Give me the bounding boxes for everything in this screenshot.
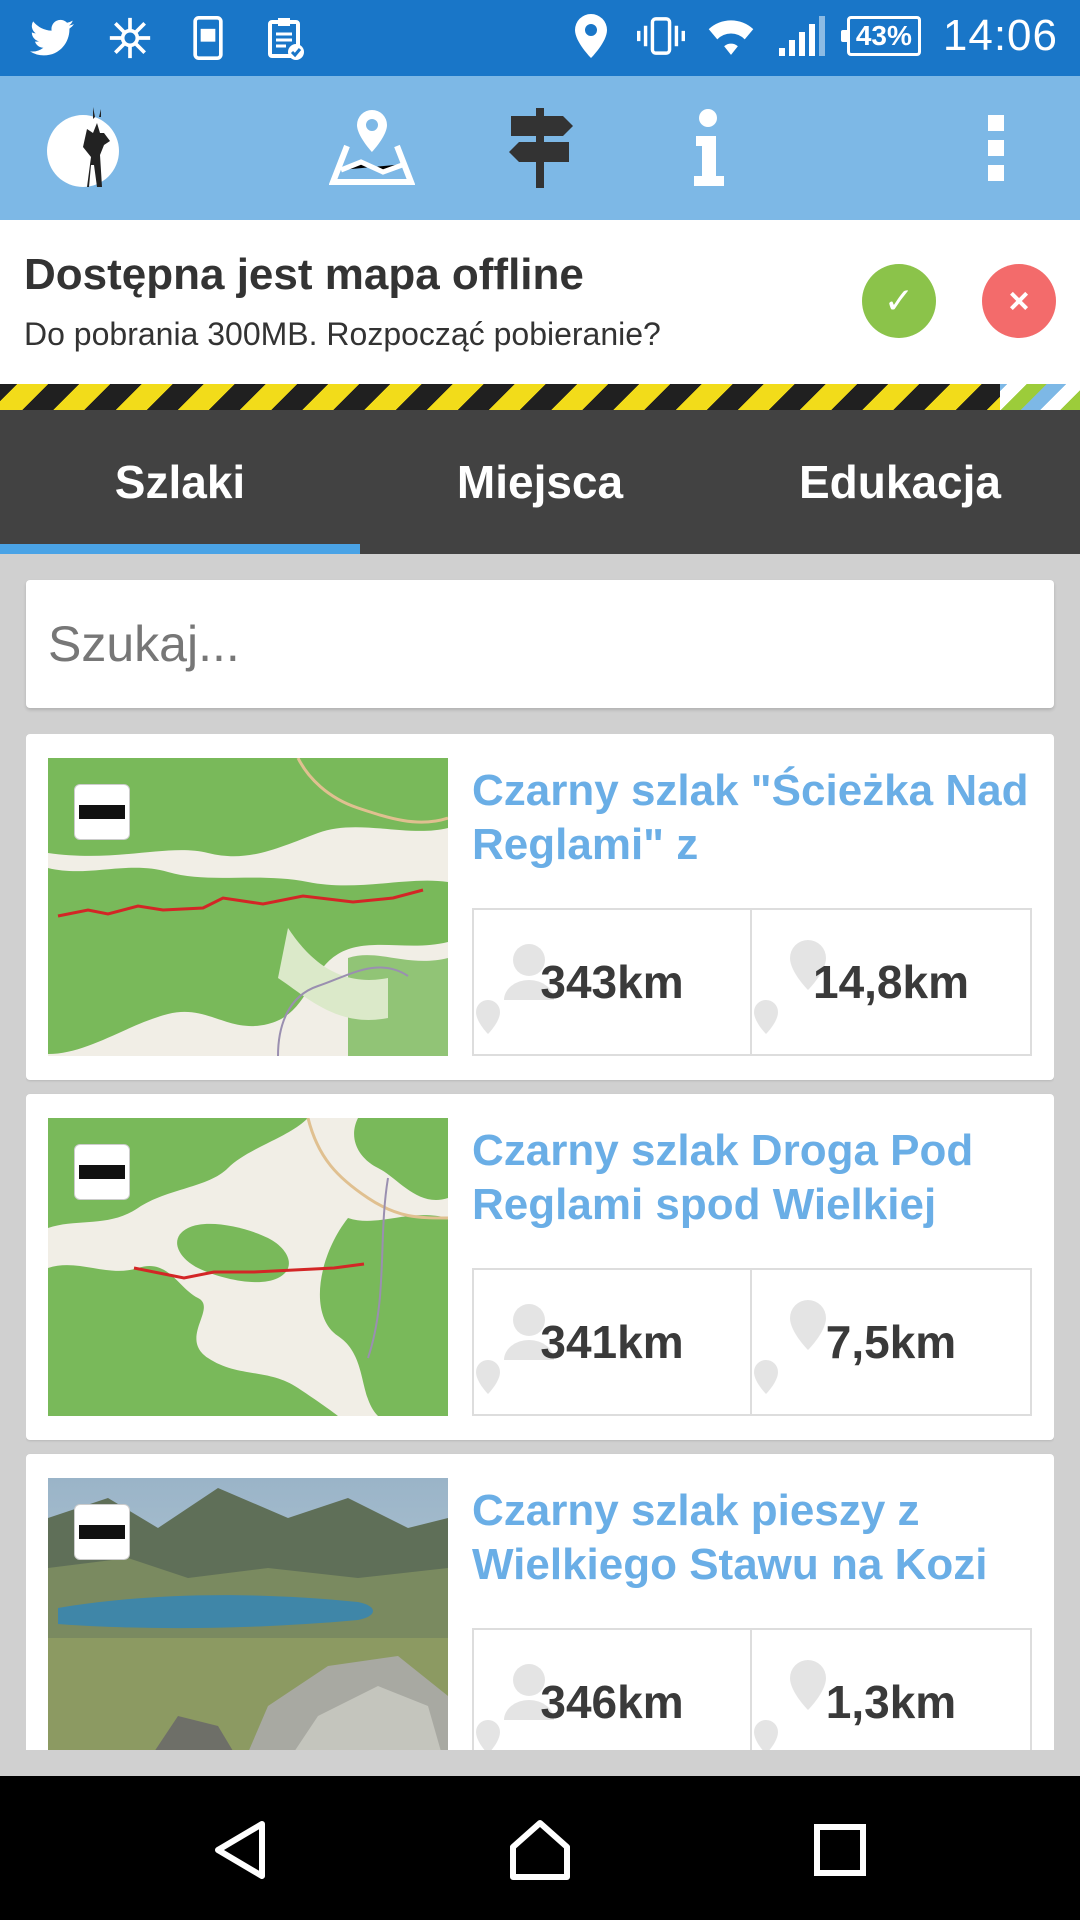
- route-length-icon: [754, 1300, 826, 1394]
- map-icon[interactable]: [322, 98, 422, 198]
- signpost-icon[interactable]: [490, 98, 590, 198]
- trail-length-stat: 1,3km: [752, 1628, 1032, 1750]
- black-trail-marker-icon: [74, 1504, 130, 1560]
- back-icon[interactable]: [190, 1800, 290, 1900]
- trail-card[interactable]: Czarny szlak Droga Pod Reglami spod Wiel…: [26, 1094, 1054, 1440]
- accept-download-button[interactable]: ✓: [862, 264, 936, 338]
- distance-from-user-stat: 341km: [472, 1268, 752, 1416]
- distance-from-user-stat: 346km: [472, 1628, 752, 1750]
- location-icon: [567, 10, 615, 62]
- app-logo-chamois-icon[interactable]: [36, 98, 136, 198]
- tab-edukacja[interactable]: Edukacja: [720, 410, 1080, 554]
- status-bar: 43% 14:06: [0, 0, 1080, 76]
- trail-title: Czarny szlak pieszy z Wielkiego Stawu na…: [472, 1486, 988, 1589]
- offline-map-banner: Dostępna jest mapa offline Do pobrania 3…: [0, 220, 1080, 384]
- decline-download-button[interactable]: ×: [982, 264, 1056, 338]
- system-navigation-bar: [0, 1776, 1080, 1920]
- vibrate-icon: [636, 10, 685, 62]
- battery-indicator: 43%: [840, 16, 921, 56]
- trail-photo-thumbnail: [48, 1478, 448, 1750]
- distance-from-user-value: 341km: [540, 1316, 684, 1368]
- trail-title: Czarny szlak Droga Pod Reglami spod Wiel…: [472, 1126, 974, 1229]
- search-input[interactable]: [26, 580, 1054, 708]
- trail-length-stat: 14,8km: [752, 908, 1032, 1056]
- signal-icon: [777, 10, 825, 62]
- phone-card-icon: [184, 12, 232, 64]
- tab-bar: Szlaki Miejsca Edukacja: [0, 410, 1080, 554]
- trail-list[interactable]: Czarny szlak "Ścieżka Nad Reglami" z 343…: [26, 734, 1054, 1750]
- trail-length-stat: 7,5km: [752, 1268, 1032, 1416]
- trail-stats: 341km 7,5km: [472, 1268, 1032, 1416]
- info-icon[interactable]: [658, 98, 758, 198]
- twitter-icon: [28, 12, 76, 64]
- overflow-menu-icon[interactable]: [946, 98, 1046, 198]
- hazard-stripe-divider: [0, 384, 1080, 410]
- trail-card[interactable]: Czarny szlak pieszy z Wielkiego Stawu na…: [26, 1454, 1054, 1750]
- tab-miejsca[interactable]: Miejsca: [360, 410, 720, 554]
- check-icon: ✓: [883, 280, 915, 321]
- black-trail-marker-icon: [74, 1144, 130, 1200]
- trail-map-thumbnail: [48, 758, 448, 1056]
- banner-subtitle: Do pobrania 300MB. Rozpocząć pobieranie?: [24, 316, 661, 352]
- distance-from-user-stat: 343km: [472, 908, 752, 1056]
- app-bar: [0, 76, 1080, 220]
- sparkle-icon: [106, 12, 154, 64]
- recent-apps-icon[interactable]: [790, 1800, 890, 1900]
- black-trail-marker-icon: [74, 784, 130, 840]
- distance-from-user-value: 343km: [540, 956, 684, 1008]
- clock: 14:06: [942, 11, 1058, 60]
- route-length-icon: [754, 1660, 826, 1750]
- trail-card[interactable]: Czarny szlak "Ścieżka Nad Reglami" z 343…: [26, 734, 1054, 1080]
- trail-title: Czarny szlak "Ścieżka Nad Reglami" z: [472, 766, 1029, 869]
- clipboard-check-icon: [262, 12, 310, 64]
- banner-title: Dostępna jest mapa offline: [24, 250, 584, 299]
- trail-length-value: 1,3km: [825, 1676, 957, 1728]
- stripe-divider-end: [1000, 384, 1080, 410]
- wifi-icon: [707, 10, 755, 62]
- trail-length-value: 14,8km: [812, 956, 969, 1008]
- trail-length-value: 7,5km: [825, 1316, 957, 1368]
- search-box: [26, 580, 1054, 708]
- distance-from-user-value: 346km: [540, 1676, 684, 1728]
- tab-szlaki[interactable]: Szlaki: [0, 410, 360, 554]
- trail-stats: 343km 14,8km: [472, 908, 1032, 1056]
- trail-map-thumbnail: [48, 1118, 448, 1416]
- notification-icons: [28, 12, 310, 64]
- home-icon[interactable]: [490, 1800, 590, 1900]
- trail-stats: 346km 1,3km: [472, 1628, 1032, 1750]
- close-icon: ×: [1008, 280, 1030, 321]
- system-icons: 43% 14:06: [567, 10, 1058, 62]
